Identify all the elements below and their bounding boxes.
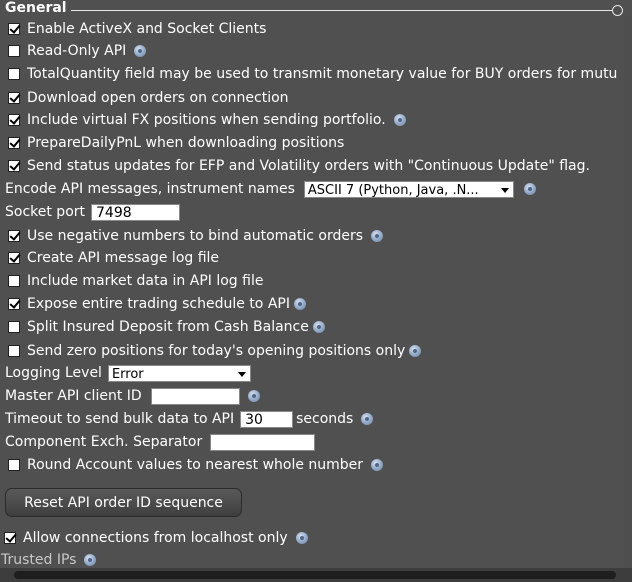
trading-schedule-row[interactable]: Expose entire trading schedule to API [0, 293, 306, 315]
separator-input[interactable] [210, 433, 316, 451]
read-only-api-checkbox[interactable] [8, 45, 20, 57]
prepare-daily-pnl-row[interactable]: PrepareDailyPnL when downloading positio… [0, 132, 344, 154]
trading-schedule-checkbox[interactable] [8, 298, 20, 310]
encode-select-value: ASCII 7 (Python, Java, .N... [307, 182, 479, 198]
total-quantity-label: TotalQuantity field may be used to trans… [27, 66, 618, 82]
zero-positions-label: Send zero positions for today's opening … [27, 343, 406, 359]
read-only-api-label: Read-Only API [27, 43, 127, 59]
api-log-file-row[interactable]: Create API message log file [0, 247, 219, 269]
enable-activex-row[interactable]: Enable ActiveX and Socket Clients [0, 18, 266, 40]
help-icon[interactable] [84, 554, 97, 566]
api-log-file-label: Create API message log file [27, 250, 220, 266]
efp-status-checkbox[interactable] [8, 160, 20, 172]
total-quantity-checkbox[interactable] [8, 68, 20, 80]
timeout-unit: seconds [296, 411, 354, 427]
virtual-fx-row[interactable]: Include virtual FX positions when sendin… [0, 109, 406, 131]
separator-label: Component Exch. Separator [5, 434, 203, 450]
localhost-only-label: Allow connections from localhost only [23, 530, 288, 546]
negative-numbers-label: Use negative numbers to bind automatic o… [27, 228, 364, 244]
help-icon[interactable] [312, 321, 325, 333]
help-icon[interactable] [523, 183, 536, 195]
socket-port-input[interactable]: 7498 [91, 203, 181, 221]
help-icon[interactable] [371, 230, 384, 242]
encode-select[interactable]: ASCII 7 (Python, Java, .N... [303, 180, 514, 198]
timeout-label: Timeout to send bulk data to API [5, 411, 235, 427]
api-log-file-checkbox[interactable] [8, 252, 20, 264]
insured-deposit-label: Split Insured Deposit from Cash Balance [27, 319, 309, 335]
insured-deposit-checkbox[interactable] [8, 321, 20, 333]
virtual-fx-checkbox[interactable] [8, 114, 20, 126]
master-client-row: Master API client ID [0, 385, 260, 407]
help-icon[interactable] [295, 532, 308, 544]
download-open-orders-checkbox[interactable] [8, 92, 20, 104]
enable-activex-label: Enable ActiveX and Socket Clients [27, 21, 267, 37]
group-divider [70, 10, 616, 11]
group-divider-end [612, 5, 623, 16]
master-client-input[interactable] [150, 387, 240, 405]
download-open-orders-row[interactable]: Download open orders on connection [0, 87, 289, 109]
trusted-ips-label: Trusted IPs [1, 552, 77, 568]
insured-deposit-row[interactable]: Split Insured Deposit from Cash Balance [0, 316, 325, 338]
prepare-daily-pnl-checkbox[interactable] [8, 137, 20, 149]
api-settings-panel: General Enable ActiveX and Socket Client… [0, 0, 632, 582]
market-data-log-label: Include market data in API log file [27, 273, 264, 289]
reset-order-id-button[interactable]: Reset API order ID sequence [5, 488, 242, 517]
logging-level-select[interactable]: Error [107, 364, 251, 382]
negative-numbers-checkbox[interactable] [8, 230, 20, 242]
help-icon[interactable] [134, 45, 147, 57]
logging-level-label: Logging Level [5, 365, 102, 381]
round-account-label: Round Account values to nearest whole nu… [27, 457, 364, 473]
download-open-orders-label: Download open orders on connection [27, 90, 289, 106]
zero-positions-row[interactable]: Send zero positions for today's opening … [0, 340, 422, 362]
logging-level-row: Logging Level Error [0, 362, 251, 384]
vertical-scrollbar[interactable] [624, 16, 632, 568]
socket-port-label: Socket port [5, 204, 86, 220]
enable-activex-checkbox[interactable] [8, 23, 20, 35]
separator-row: Component Exch. Separator [0, 431, 316, 453]
read-only-api-row[interactable]: Read-Only API [0, 40, 147, 62]
help-icon[interactable] [247, 390, 260, 402]
chevron-down-icon [237, 371, 246, 377]
efp-status-label: Send status updates for EFP and Volatili… [27, 158, 590, 174]
encode-label: Encode API messages, instrument names [5, 181, 295, 197]
logging-level-value: Error [111, 366, 144, 382]
localhost-only-row[interactable]: Allow connections from localhost only [0, 527, 308, 549]
help-icon[interactable] [361, 413, 374, 425]
market-data-log-row[interactable]: Include market data in API log file [0, 270, 263, 292]
localhost-only-checkbox[interactable] [4, 532, 16, 544]
prepare-daily-pnl-label: PrepareDailyPnL when downloading positio… [27, 135, 345, 151]
socket-port-row: Socket port 7498 [0, 201, 181, 223]
timeout-input[interactable]: 30 [240, 410, 294, 428]
timeout-row: Timeout to send bulk data to API 30 seco… [0, 408, 374, 430]
efp-status-row[interactable]: Send status updates for EFP and Volatili… [0, 155, 590, 177]
round-account-row[interactable]: Round Account values to nearest whole nu… [0, 454, 384, 476]
total-quantity-row[interactable]: TotalQuantity field may be used to trans… [0, 63, 617, 85]
help-icon[interactable] [293, 298, 306, 310]
help-icon[interactable] [409, 345, 422, 357]
master-client-label: Master API client ID [5, 388, 142, 404]
encode-row: Encode API messages, instrument names AS… [0, 178, 536, 200]
virtual-fx-label: Include virtual FX positions when sendin… [27, 112, 386, 128]
negative-numbers-row[interactable]: Use negative numbers to bind automatic o… [0, 225, 384, 247]
help-icon[interactable] [371, 459, 384, 471]
trading-schedule-label: Expose entire trading schedule to API [27, 296, 290, 312]
group-title: General [5, 0, 71, 16]
horizontal-scrollbar-thumb[interactable] [14, 571, 616, 579]
market-data-log-checkbox[interactable] [8, 275, 20, 287]
horizontal-scrollbar[interactable] [0, 568, 632, 582]
chevron-down-icon [500, 187, 509, 193]
zero-positions-checkbox[interactable] [8, 345, 20, 357]
help-icon[interactable] [393, 114, 406, 126]
round-account-checkbox[interactable] [8, 459, 20, 471]
